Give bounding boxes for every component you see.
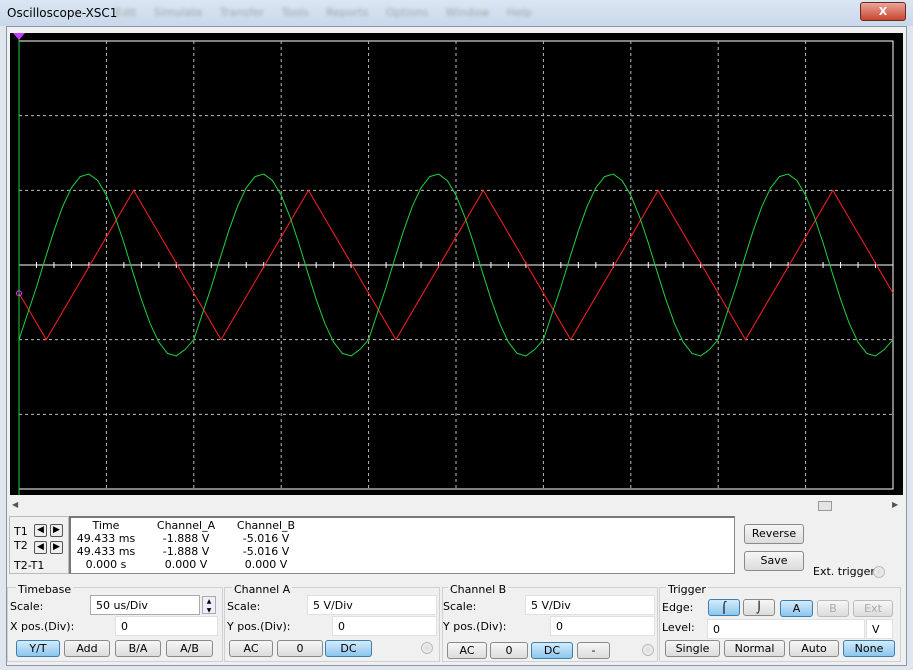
xpos-input[interactable]: 0 xyxy=(115,616,218,636)
xpos-label: X pos.(Div): xyxy=(10,620,75,633)
trigger-single-button[interactable]: Single xyxy=(665,640,720,657)
window-title: Oscilloscope-XSC1 xyxy=(7,6,118,20)
channel-a-ypos-label: Y pos.(Div): xyxy=(227,620,291,633)
t2-channel-b: -5.016 V xyxy=(242,545,290,558)
t2-channel-a: -1.888 V xyxy=(162,545,210,558)
save-button[interactable]: Save xyxy=(744,551,804,571)
trigger-none-button[interactable]: None xyxy=(843,640,895,657)
trigger-source-a-button[interactable]: A xyxy=(780,600,813,617)
channel-a-dc-button[interactable]: DC xyxy=(325,640,372,657)
t1-channel-b: -5.016 V xyxy=(242,532,290,545)
channel-b-scale-label: Scale: xyxy=(443,600,477,613)
header-time: Time xyxy=(92,519,120,532)
header-channel-a: Channel_A xyxy=(156,519,216,532)
timebase-title: Timebase xyxy=(16,583,74,596)
diff-channel-b: 0.000 V xyxy=(244,558,288,571)
scroll-right-icon[interactable]: ▶ xyxy=(892,500,898,509)
level-input[interactable]: 0 xyxy=(707,619,865,639)
t2-left-button[interactable]: ◀ xyxy=(34,541,47,554)
channel-a-ac-button[interactable]: AC xyxy=(229,640,273,657)
t2-label: T2 xyxy=(14,539,28,552)
level-label: Level: xyxy=(662,621,695,634)
channel-a-scale-input[interactable]: 5 V/Div xyxy=(307,595,437,615)
header-channel-b: Channel_B xyxy=(236,519,296,532)
scope-screen[interactable] xyxy=(10,33,903,495)
diff-channel-a: 0.000 V xyxy=(164,558,208,571)
mode-add-button[interactable]: Add xyxy=(64,640,110,657)
falling-edge-icon[interactable]: ⌡ xyxy=(743,599,775,616)
t1-left-button[interactable]: ◀ xyxy=(34,524,47,537)
channel-b-ypos-label: Y pos.(Div): xyxy=(443,620,507,633)
diff-time: 0.000 s xyxy=(85,558,127,571)
trigger-title: Trigger xyxy=(666,583,708,596)
blurred-menu: Edit Simulate Transfer Tools Reports Opt… xyxy=(115,6,532,19)
timebase-spinner[interactable]: ▲ ▼ xyxy=(202,596,216,614)
channel-b-scale-input[interactable]: 5 V/Div xyxy=(525,595,655,615)
ext-trigger-terminal[interactable] xyxy=(873,566,885,578)
channel-a-scale-label: Scale: xyxy=(227,600,261,613)
cursor-readout: Time Channel_A Channel_B 49.433 ms -1.88… xyxy=(69,516,735,574)
ext-trigger-label: Ext. trigger xyxy=(813,565,875,578)
channel-a-terminal[interactable] xyxy=(421,642,433,654)
trigger-source-ext-button[interactable]: Ext xyxy=(853,600,893,617)
trigger-auto-button[interactable]: Auto xyxy=(789,640,839,657)
channel-b-zero-button[interactable]: 0 xyxy=(490,642,528,659)
trigger-source-b-button[interactable]: B xyxy=(817,600,849,617)
channel-b-dc-button[interactable]: DC xyxy=(531,642,573,659)
horizontal-scrollbar[interactable]: ◀ ▶ xyxy=(10,498,903,512)
t2-t1-label: T2-T1 xyxy=(14,559,45,572)
channel-b-ac-button[interactable]: AC xyxy=(447,642,487,659)
channel-a-title: Channel A xyxy=(232,583,293,596)
rising-edge-icon[interactable]: ⌠ xyxy=(708,599,740,616)
cursor-t1-marker xyxy=(13,33,25,40)
scrollbar-thumb[interactable] xyxy=(818,501,832,511)
t2-time: 49.433 ms xyxy=(76,545,136,558)
channel-b-title: Channel B xyxy=(448,583,509,596)
channel-b-ypos-input[interactable]: 0 xyxy=(550,616,655,636)
reverse-button[interactable]: Reverse xyxy=(744,524,804,544)
mode-yt-button[interactable]: Y/T xyxy=(16,640,60,657)
channel-a-ypos-input[interactable]: 0 xyxy=(332,616,437,636)
timebase-scale-input[interactable]: 50 us/Div xyxy=(90,595,200,615)
close-button[interactable]: X xyxy=(860,2,906,21)
mode-ba-button[interactable]: B/A xyxy=(115,640,161,657)
channel-b-terminal[interactable] xyxy=(642,644,654,656)
t1-label: T1 xyxy=(14,525,28,538)
trigger-normal-button[interactable]: Normal xyxy=(724,640,785,657)
edge-label: Edge: xyxy=(662,601,694,614)
t1-channel-a: -1.888 V xyxy=(162,532,210,545)
cursor-controls: T1 ◀ ▶ T2 ◀ ▶ T2-T1 xyxy=(9,516,69,574)
timebase-scale-label: Scale: xyxy=(10,600,44,613)
scroll-left-icon[interactable]: ◀ xyxy=(12,500,18,509)
level-unit: V xyxy=(866,619,893,639)
channel-b-invert-button[interactable]: - xyxy=(577,642,610,659)
channel-a-zero-button[interactable]: 0 xyxy=(277,640,323,657)
t1-time: 49.433 ms xyxy=(76,532,136,545)
mode-ab-button[interactable]: A/B xyxy=(166,640,213,657)
